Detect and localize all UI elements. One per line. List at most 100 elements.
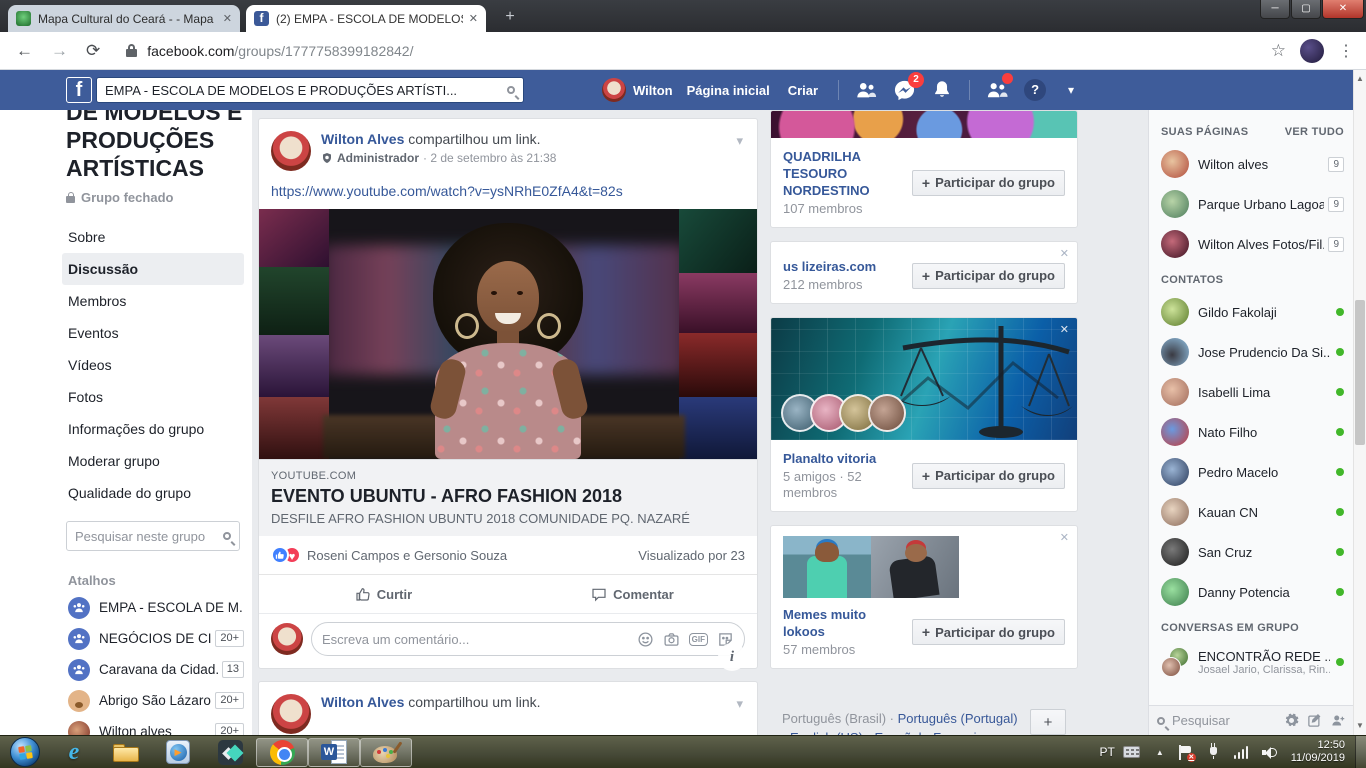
user-avatar[interactable] [602, 78, 626, 102]
shortcut-abrigo[interactable]: Abrigo São Lázaro ... 20+ [62, 685, 244, 716]
add-language-button[interactable]: + [1030, 709, 1066, 735]
create-link[interactable]: Criar [788, 83, 818, 98]
group-nav-moderar[interactable]: Moderar grupo [62, 445, 244, 477]
post-author-link[interactable]: Wilton Alves [321, 131, 404, 147]
contact-row[interactable]: Nato Filho [1161, 412, 1344, 452]
page-scrollbar[interactable]: ▲ ▼ [1353, 70, 1366, 735]
contact-row[interactable]: San Cruz [1161, 532, 1344, 572]
group-nav-sobre[interactable]: Sobre [62, 221, 244, 253]
show-desktop-button[interactable] [1355, 736, 1366, 768]
camera-icon[interactable] [663, 631, 680, 648]
scrollbar-thumb[interactable] [1355, 300, 1365, 445]
link-preview-meta[interactable]: YOUTUBE.COM EVENTO UBUNTU - AFRO FASHION… [259, 459, 757, 536]
post-timestamp[interactable]: · 2 de setembro às 21:38 [423, 151, 556, 165]
reload-icon[interactable]: ⟳ [86, 41, 100, 61]
group-nav-informacoes[interactable]: Informações do grupo [62, 413, 244, 445]
chat-search-bar[interactable]: Pesquisar [1149, 705, 1354, 735]
power-plug-icon[interactable] [1207, 745, 1220, 759]
post-link-url[interactable]: https://www.youtube.com/watch?v=ysNRhE0Z… [259, 183, 757, 209]
new-tab-button[interactable]: + [498, 8, 522, 28]
browser-profile-avatar[interactable] [1300, 39, 1324, 63]
comment-button[interactable]: Comentar [508, 575, 757, 613]
post-author-link[interactable]: Wilton Alves [321, 694, 404, 710]
back-icon[interactable]: ← [16, 41, 33, 61]
gif-icon[interactable]: GIF [689, 633, 708, 646]
friend-requests-icon[interactable] [853, 77, 879, 103]
facebook-logo[interactable]: f [66, 77, 92, 103]
scrollbar-down-arrow[interactable]: ▼ [1354, 719, 1366, 733]
join-group-button[interactable]: +Participar do grupo [912, 619, 1065, 645]
group-title[interactable]: DE MODELOS E PRODUÇÕES ARTÍSTICAS [62, 110, 244, 182]
contact-row[interactable]: Jose Prudencio Da Si... [1161, 332, 1344, 372]
dismiss-icon[interactable]: ✕ [1060, 531, 1069, 544]
contact-row[interactable]: Gildo Fakolaji [1161, 292, 1344, 332]
add-contact-icon[interactable] [1330, 713, 1346, 728]
comment-input[interactable]: Escreva um comentário... GIF [311, 622, 745, 656]
taskbar-word-icon[interactable]: W [308, 738, 360, 767]
messenger-icon[interactable]: 2 [891, 77, 917, 103]
post-menu-caret-icon[interactable]: ▾ [736, 696, 743, 712]
group-chat-row[interactable]: ENCONTRÃO REDE ... Josael Jario, Clariss… [1161, 640, 1344, 684]
contact-row[interactable]: Danny Potencia [1161, 572, 1344, 612]
keyboard-icon[interactable] [1123, 746, 1140, 758]
group-name-link[interactable]: Memes muito lokoos [783, 606, 906, 640]
tray-expand-icon[interactable]: ▲ [1156, 748, 1164, 757]
new-message-icon[interactable] [1307, 713, 1322, 728]
account-caret-icon[interactable]: ▾ [1068, 83, 1074, 97]
group-nav-qualidade[interactable]: Qualidade do grupo [62, 477, 244, 509]
notifications-bell-icon[interactable] [929, 77, 955, 103]
group-cover-image[interactable] [771, 111, 1077, 138]
contact-row[interactable]: Pedro Macelo [1161, 452, 1344, 492]
group-nav-videos[interactable]: Vídeos [62, 349, 244, 381]
join-group-button[interactable]: +Participar do grupo [912, 463, 1065, 489]
groups-nav-icon[interactable] [984, 77, 1010, 103]
group-nav-membros[interactable]: Membros [62, 285, 244, 317]
group-nav-fotos[interactable]: Fotos [62, 381, 244, 413]
url-text[interactable]: facebook.com/groups/1777758399182842/ [147, 43, 413, 59]
join-group-button[interactable]: +Participar do grupo [912, 263, 1065, 289]
taskbar-explorer-icon[interactable] [100, 736, 152, 768]
facebook-search-input[interactable]: EMPA - ESCOLA DE MODELOS E PRODUÇÕES ART… [96, 77, 524, 103]
window-minimize-button[interactable]: ─ [1260, 0, 1290, 19]
home-link[interactable]: Página inicial [687, 83, 770, 98]
video-thumbnail[interactable] [259, 209, 757, 459]
action-center-flag-icon[interactable]: ✕ [1179, 745, 1193, 760]
bookmark-star-icon[interactable]: ☆ [1271, 41, 1286, 61]
shortcut-negocios[interactable]: NEGÓCIOS DE CI... 20+ [62, 623, 244, 654]
settings-gear-icon[interactable] [1284, 713, 1299, 728]
scrollbar-up-arrow[interactable]: ▲ [1354, 72, 1366, 86]
group-search-input[interactable]: Pesquisar neste grupo [66, 521, 240, 551]
start-button[interactable] [10, 737, 40, 767]
group-cover-photos[interactable] [771, 526, 1077, 598]
post-author-avatar[interactable] [271, 131, 311, 171]
page-row[interactable]: Wilton alves 9 [1161, 144, 1344, 184]
browser-menu-icon[interactable]: ⋮ [1338, 41, 1354, 61]
volume-icon[interactable] [1262, 746, 1277, 759]
language-indicator[interactable]: PT [1099, 745, 1114, 759]
taskbar-paint-icon[interactable] [360, 738, 412, 767]
post-author-avatar[interactable] [271, 694, 311, 734]
dismiss-icon[interactable]: ✕ [1060, 247, 1069, 260]
contact-row[interactable]: Isabelli Lima [1161, 372, 1344, 412]
tray-clock[interactable]: 12:50 11/09/2019 [1291, 739, 1345, 765]
page-row[interactable]: Parque Urbano Lagoa ... 9 [1161, 184, 1344, 224]
taskbar-chrome-icon[interactable] [256, 738, 308, 767]
browser-tab-mapa[interactable]: Mapa Cultural do Ceará - - Mapa ✕ [8, 5, 240, 32]
group-nav-discussao[interactable]: Discussão [62, 253, 244, 285]
taskbar-ie-icon[interactable]: e [48, 736, 100, 768]
tab-close-icon[interactable]: ✕ [223, 12, 232, 25]
taskbar-mediaplayer-icon[interactable]: ▶ [152, 736, 204, 768]
info-icon[interactable]: i [718, 643, 746, 671]
language-link[interactable]: Português (Portugal) [898, 711, 1018, 726]
contact-row[interactable]: Kauan CN [1161, 492, 1344, 532]
help-icon[interactable]: ? [1022, 77, 1048, 103]
group-name-link[interactable]: us lizeiras.com [783, 258, 906, 275]
profile-link[interactable]: Wilton [633, 83, 673, 98]
group-nav-eventos[interactable]: Eventos [62, 317, 244, 349]
forward-icon[interactable]: → [51, 41, 68, 61]
group-name-link[interactable]: Planalto vitoria [783, 450, 906, 467]
browser-tab-facebook[interactable]: f (2) EMPA - ESCOLA DE MODELOS ✕ [246, 5, 486, 32]
search-icon[interactable] [507, 86, 515, 94]
group-name-link[interactable]: QUADRILHA TESOURO NORDESTINO [783, 148, 906, 199]
group-cover-image[interactable]: ✕ [771, 318, 1077, 440]
